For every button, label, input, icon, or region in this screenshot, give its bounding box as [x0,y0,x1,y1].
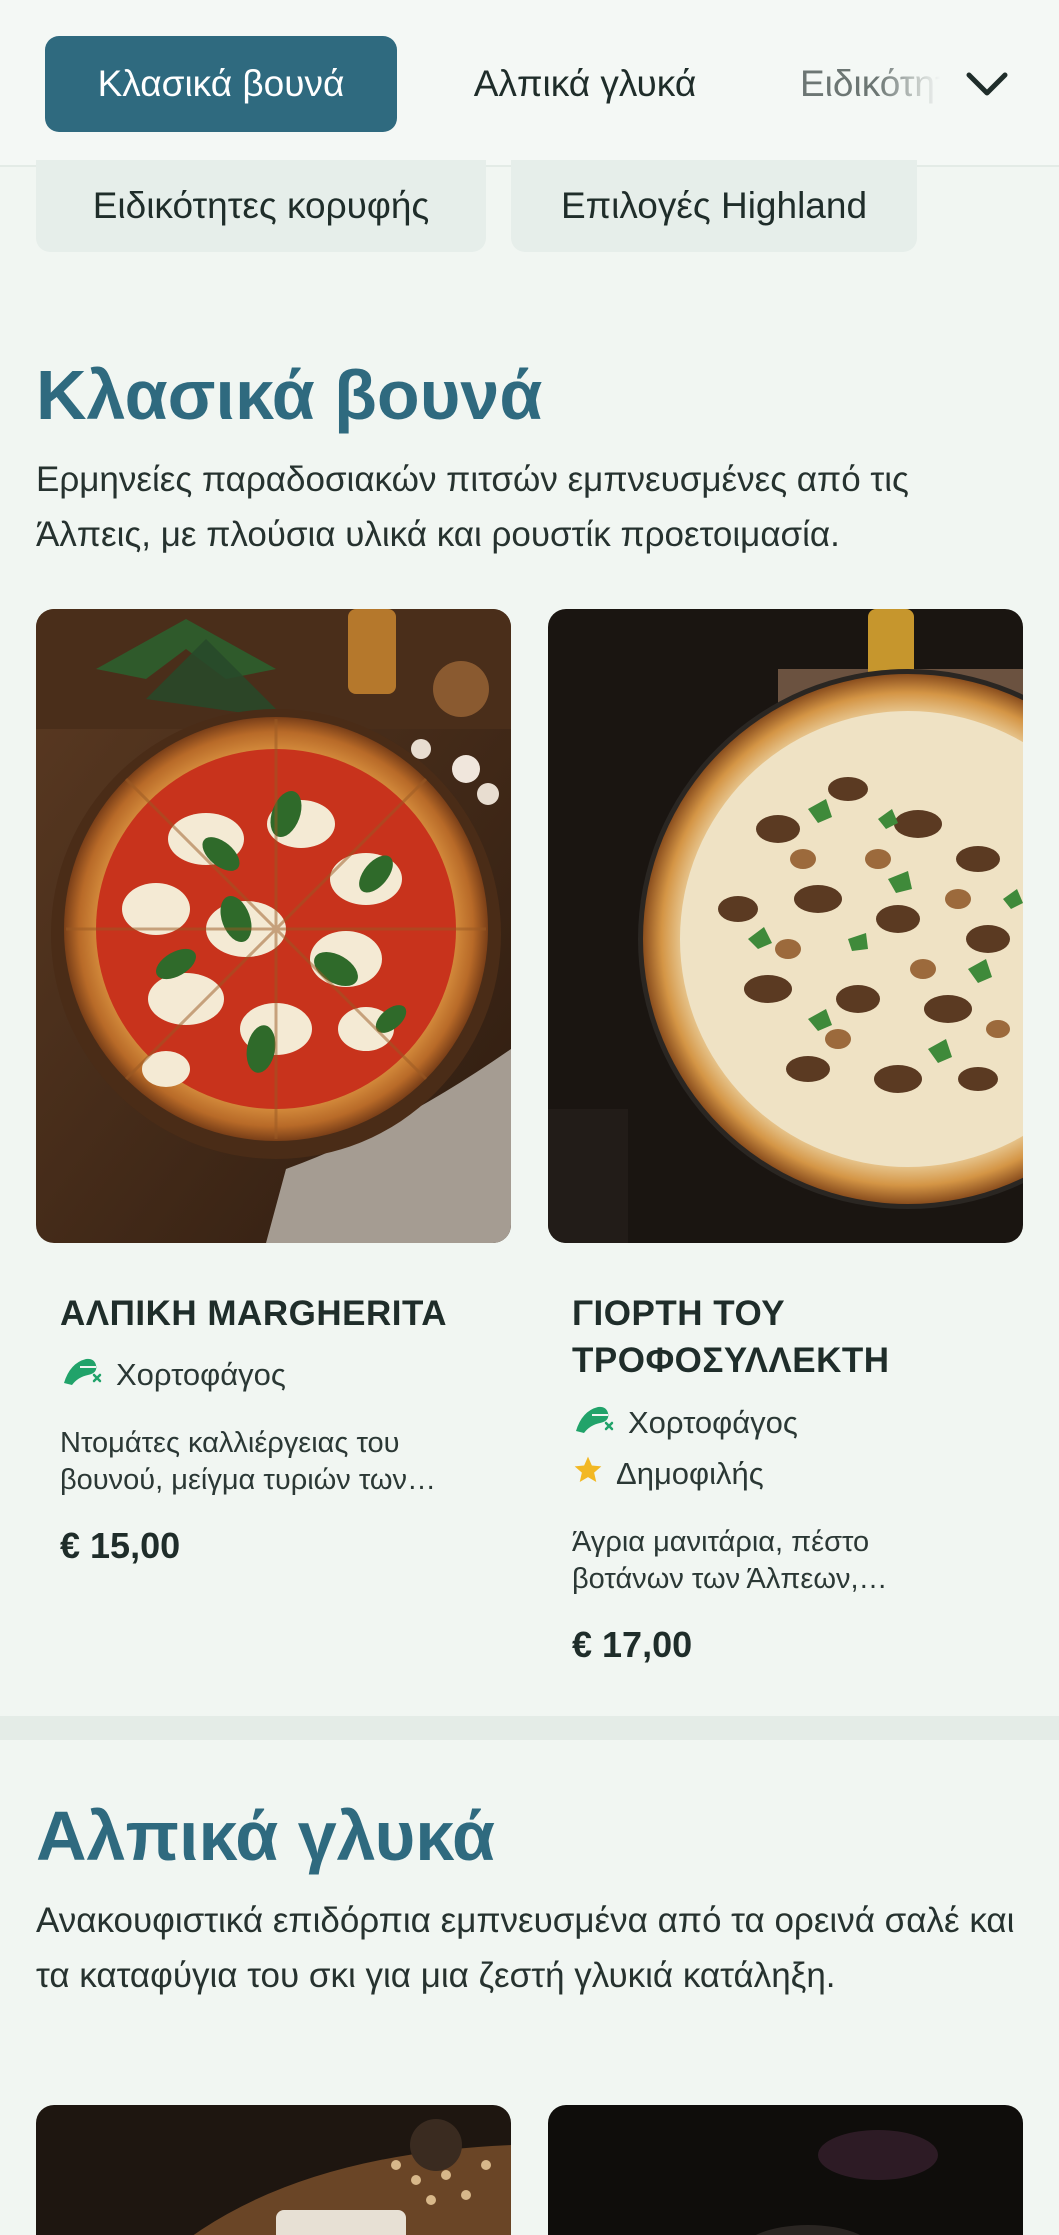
tag-vegetarian: Χορτοφάγος [572,1401,798,1445]
tag-label: Δημοφιλής [616,1456,764,1491]
chip-peak-specialties[interactable]: Ειδικότητες κορυφής [36,160,486,252]
price-forager: € 17,00 [572,1624,693,1665]
chip-highland-options[interactable]: Επιλογές Highland [511,160,917,252]
card-title-forager[interactable]: ΓΙΟΡΤΗ ΤΟΥ ΤΡΟΦΟΣΥΛΛΕΚΤΗ [572,1290,1012,1384]
vegetarian-icon [572,1401,616,1445]
tag-label: Χορτοφάγος [628,1405,798,1440]
category-nav-bar: Κλασικά βουνά Αλπικά γλυκά Ειδικότητες κ… [0,0,1059,167]
tab-peak-specialties[interactable]: Ειδικότητες κορυφής [800,36,940,132]
section-title-classic: Κλασικά βουνά [36,356,543,434]
section-divider [0,1716,1059,1740]
dessert-image-2[interactable] [548,2105,1023,2235]
chevron-down-icon[interactable] [962,60,1012,110]
tag-label: Χορτοφάγος [116,1357,286,1392]
tag-popular: Δημοφιλής [572,1454,764,1494]
tag-vegetarian: Χορτοφάγος [60,1353,286,1397]
price-margherita: € 15,00 [60,1525,181,1566]
tab-alpine-sweets[interactable]: Αλπικά γλυκά [440,36,730,132]
card-description-margherita: Ντομάτες καλλιέργειας του βουνού, μείγμα… [60,1427,437,1496]
star-icon [572,1454,604,1494]
tab-classic-mountains[interactable]: Κλασικά βουνά [45,36,397,132]
vegetarian-icon [60,1353,104,1397]
pizza-image-forager[interactable] [548,609,1023,1243]
section-title-alpine-sweets: Αλπικά γλυκά [36,1797,495,1875]
section-description-alpine-sweets: Ανακουφιστικά επιδόρπια εμπνευσμένα από … [36,1901,1015,1995]
section-description-classic: Ερμηνείες παραδοσιακών πιτσών εμπνευσμέν… [36,460,909,554]
dessert-image-1[interactable] [36,2105,511,2235]
card-title-margherita[interactable]: ΑΛΠΙΚΗ MARGHERITA [60,1290,500,1337]
pizza-image-margherita[interactable] [36,609,511,1243]
card-description-forager: Άγρια μανιτάρια, πέστο βοτάνων των Άλπεω… [572,1526,888,1595]
